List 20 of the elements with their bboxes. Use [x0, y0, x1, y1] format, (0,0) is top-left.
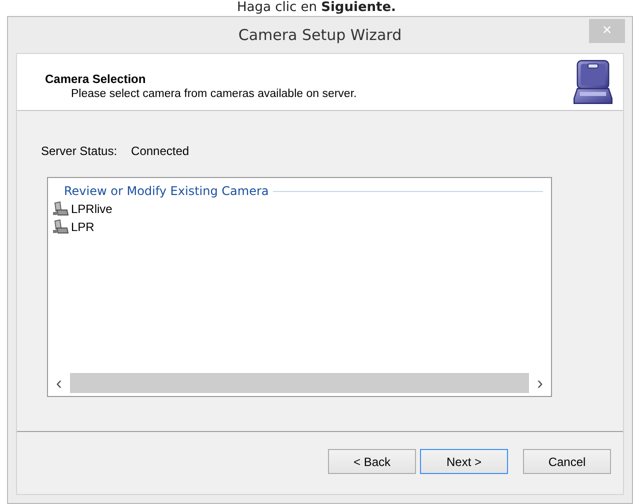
- wizard-button[interactable]: < Back: [328, 449, 416, 474]
- scroll-right-button[interactable]: ›: [529, 373, 551, 393]
- status-label: Server Status:: [41, 144, 118, 158]
- page-subtitle: Please select camera from cameras available on server.: [70, 88, 357, 100]
- wizard-button[interactable]: Cancel: [523, 449, 611, 474]
- camera-name: LPRlive: [71, 202, 112, 216]
- camera-icon: [52, 219, 70, 235]
- camera-name: LPR: [71, 220, 94, 234]
- page-title: Camera Selection: [45, 72, 147, 86]
- status-value: Connected: [131, 144, 190, 158]
- camera-item[interactable]: LPR: [52, 218, 551, 236]
- group-header: Review or Modify Existing Camera: [64, 184, 269, 198]
- camera-icon: [52, 201, 70, 217]
- scroll-left-button[interactable]: ‹: [48, 373, 70, 393]
- briefcase-icon: [573, 59, 613, 105]
- window-title: Camera Setup Wizard: [238, 26, 402, 44]
- wizard-button[interactable]: Next >: [420, 449, 508, 474]
- camera-item[interactable]: LPRlive: [52, 200, 551, 218]
- caption-text: Haga clic en Siguiente.: [236, 0, 396, 16]
- scrollbar-thumb[interactable]: [70, 373, 529, 393]
